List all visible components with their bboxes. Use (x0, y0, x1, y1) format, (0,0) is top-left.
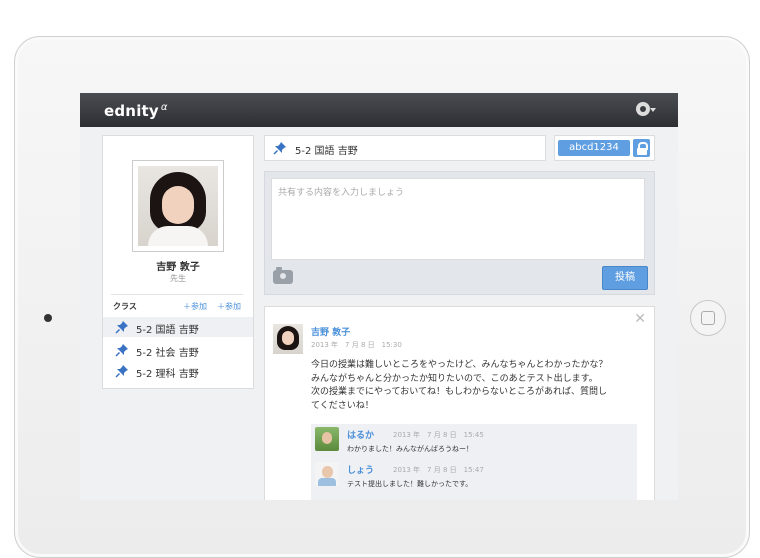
class-code-box: abcd1234 (554, 135, 655, 161)
comment-author[interactable]: しょう (347, 463, 374, 476)
top-bar: ednity α (80, 93, 678, 127)
comment-item: はるか 2013 年 7 月 8 日 15:45 わかりました！みんながんばろう… (311, 424, 637, 460)
pin-icon (273, 142, 286, 155)
avatar[interactable] (132, 160, 224, 252)
pin-icon (115, 344, 128, 357)
comment-avatar[interactable] (315, 427, 339, 451)
current-class-box[interactable]: 5-2 国語 吉野 (264, 135, 546, 161)
tablet-camera (44, 314, 52, 322)
class-list-item[interactable]: 5-2 理科 吉野 (103, 361, 253, 381)
class-list-item[interactable]: 5-2 社会 吉野 (103, 340, 253, 360)
post-avatar[interactable] (273, 324, 303, 354)
post-timestamp: 2013 年 7 月 8 日 15:30 (311, 341, 402, 349)
class-label: 5-2 理科 吉野 (136, 369, 199, 380)
app-screen: ednity α 吉野 敦子 先生 クラス ＋参加 ＋参加 5-2 国語 吉野 5… (80, 93, 678, 500)
post-card: ✕ 吉野 敦子 2013 年 7 月 8 日 15:30 今日の授業は難しいとこ… (264, 306, 655, 500)
class-code-button[interactable]: abcd1234 (558, 140, 630, 156)
compose-input[interactable]: 共有する内容を入力しましょう (271, 178, 645, 260)
comment-item: しょう 2013 年 7 月 8 日 15:47 テスト提出しました！難しかった… (311, 459, 637, 495)
chevron-down-icon[interactable] (650, 108, 656, 112)
class-list-header: クラス ＋参加 ＋参加 (111, 294, 243, 313)
compose-panel: 共有する内容を入力しましょう 投稿 (264, 171, 655, 295)
post-author[interactable]: 吉野 敦子 (311, 325, 350, 338)
comment-list: はるか 2013 年 7 月 8 日 15:45 わかりました！みんながんばろう… (311, 424, 637, 500)
app-logo[interactable]: ednity α (104, 102, 168, 120)
lock-icon[interactable] (633, 139, 650, 157)
home-button[interactable] (690, 300, 726, 336)
post-line: てくださいね！ (311, 400, 374, 411)
home-button-icon (701, 311, 715, 325)
comment-timestamp: 2013 年 7 月 8 日 15:45 (393, 431, 484, 439)
logo-superscript: α (160, 102, 168, 113)
post-line: 次の授業までにやっておいてね！もしわからないところがあれば、質問し (311, 387, 608, 397)
join-class-link[interactable]: ＋参加 (183, 301, 207, 312)
pin-icon (115, 365, 128, 378)
post-button[interactable]: 投稿 (602, 266, 648, 290)
post-body: 今日の授業は難しいところをやったけど、みんなちゃんとわかったかな？ みんながちゃ… (311, 359, 647, 413)
comment-timestamp: 2013 年 7 月 8 日 15:47 (393, 466, 484, 474)
class-list-title: クラス (113, 302, 137, 311)
comment-text: わかりました！みんながんばろうねー！ (347, 445, 473, 453)
gear-icon[interactable] (636, 102, 650, 116)
post-line: 今日の授業は難しいところをやったけど、みんなちゃんとわかったかな？ (311, 360, 608, 370)
current-class-label: 5-2 国語 吉野 (295, 146, 358, 157)
comment-text: テスト提出しました！難しかったです。 (347, 480, 473, 488)
logo-text: ednity (104, 102, 159, 120)
profile-name: 吉野 敦子 (156, 262, 200, 273)
post-line: みんながちゃんと分かったか知りたいので、このあとテスト出します。 (311, 373, 598, 384)
comment-author[interactable]: はるか (347, 428, 374, 441)
avatar-photo (138, 166, 218, 246)
comment-avatar[interactable] (315, 462, 339, 486)
profile-panel: 吉野 敦子 先生 クラス ＋参加 ＋参加 5-2 国語 吉野 5-2 社会 吉野… (102, 135, 254, 389)
profile-role: 先生 (170, 274, 186, 283)
pin-icon (115, 321, 128, 334)
class-label: 5-2 社会 吉野 (136, 348, 199, 359)
camera-icon[interactable] (273, 267, 293, 284)
class-list-item[interactable]: 5-2 国語 吉野 (103, 317, 253, 337)
close-icon[interactable]: ✕ (634, 311, 646, 327)
join-class-link-2[interactable]: ＋参加 (217, 301, 241, 312)
class-label: 5-2 国語 吉野 (136, 325, 199, 336)
